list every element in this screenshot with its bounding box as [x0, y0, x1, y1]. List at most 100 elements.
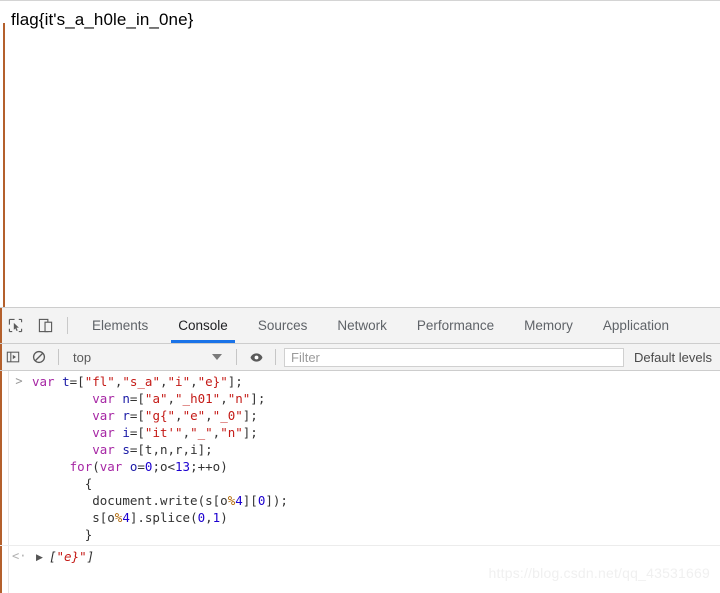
code-token: n [122, 391, 130, 406]
code-token: =[ [129, 391, 145, 406]
code-token: ]; [197, 442, 213, 457]
code-token: , [220, 391, 228, 406]
result-token: ] [86, 549, 95, 564]
console-result-value: ["e}"] [49, 548, 94, 565]
code-token: "e" [182, 408, 206, 423]
console-input-message[interactable]: > var t=["fl","s_a","i","e}"]; var n=["a… [0, 371, 720, 546]
code-token: var [92, 425, 115, 440]
code-token: 0 [197, 510, 206, 525]
browser-window: flag{it's_a_h0le_in_0ne} Elements Consol… [0, 0, 720, 593]
code-token: 4 [122, 510, 130, 525]
code-token: for [69, 459, 93, 474]
console-result-row: ▶ ["e}"] [20, 548, 720, 566]
code-line: var s=[t,n,r,i]; [32, 441, 720, 458]
tab-elements[interactable]: Elements [77, 308, 163, 343]
expand-array-triangle-icon[interactable]: ▶ [36, 548, 49, 566]
code-token: , [175, 408, 183, 423]
tabbar-separator [67, 317, 68, 334]
code-token: , [182, 425, 191, 440]
code-token: = [137, 459, 145, 474]
tab-elements-label: Elements [92, 318, 149, 333]
tab-application-label: Application [602, 318, 669, 333]
code-token: } [84, 527, 93, 542]
tab-console[interactable]: Console [163, 308, 243, 343]
tab-memory[interactable]: Memory [509, 308, 588, 343]
console-toolbar: top Default levels [0, 344, 720, 371]
code-token: , [190, 374, 198, 389]
result-token: "e}" [56, 549, 87, 564]
devtools-tabbar: Elements Console Sources Network Perform… [0, 308, 720, 344]
code-token: var [92, 442, 115, 457]
code-token: , [205, 408, 213, 423]
code-token: "g{" [144, 408, 176, 423]
code-token: ;o< [152, 459, 176, 474]
code-token: t,n,r,i [144, 442, 198, 457]
log-level-selector[interactable]: Default levels [628, 350, 720, 365]
inspect-element-icon [8, 318, 23, 333]
code-token: , [167, 391, 176, 406]
execution-context-selector[interactable]: top [65, 350, 230, 365]
console-sidebar-icon [6, 350, 20, 364]
toolbar-separator-1 [58, 349, 59, 365]
code-line: for(var o=0;o<13;++o) [32, 458, 720, 475]
code-token: 4 [235, 493, 243, 508]
console-result-marker: <· [12, 549, 27, 563]
console-result-message[interactable]: <· ▶ ["e}"] [0, 546, 720, 570]
inspect-element-button[interactable] [0, 308, 30, 343]
tab-sources[interactable]: Sources [243, 308, 323, 343]
page-flag-text: flag{it's_a_h0le_in_0ne} [11, 10, 194, 29]
devtools-panel: Elements Console Sources Network Perform… [0, 307, 720, 593]
code-token: "s_a" [122, 374, 160, 389]
code-token: ][ [242, 493, 258, 508]
code-token: "fl" [84, 374, 115, 389]
console-sidebar-toggle-button[interactable] [0, 344, 26, 370]
code-token: "_0" [212, 408, 243, 423]
console-message-list: > var t=["fl","s_a","i","e}"]; var n=["a… [0, 371, 720, 593]
code-token: i [122, 425, 130, 440]
code-token: , [205, 510, 213, 525]
result-token: [ [49, 549, 57, 564]
tab-network[interactable]: Network [322, 308, 402, 343]
code-token: var [92, 391, 115, 406]
code-token: ]; [242, 408, 258, 423]
code-token: ].splice( [129, 510, 198, 525]
code-line: { [32, 475, 720, 492]
clear-console-button[interactable] [26, 344, 52, 370]
code-token: t [62, 374, 70, 389]
tab-sources-label: Sources [257, 318, 308, 333]
code-token: { [84, 476, 93, 491]
code-token: "_h01" [175, 391, 221, 406]
code-token: ;++o) [190, 459, 228, 474]
code-token: document.write(s[o [92, 493, 228, 508]
code-line: s[o%4].splice(0,1) [32, 509, 720, 526]
tab-application[interactable]: Application [588, 308, 684, 343]
device-toolbar-button[interactable] [30, 308, 60, 343]
code-token: =[ [129, 408, 145, 423]
code-token: var [32, 374, 55, 389]
code-token: s[o [92, 510, 115, 525]
code-token: "a" [144, 391, 168, 406]
tab-performance-label: Performance [416, 318, 495, 333]
code-token: ]; [242, 425, 258, 440]
execution-context-label: top [73, 349, 92, 365]
code-token: ) [220, 510, 228, 525]
tab-memory-label: Memory [524, 318, 573, 333]
chevron-down-icon [212, 354, 222, 360]
code-token: "n" [227, 391, 251, 406]
page-left-rail [3, 23, 5, 307]
tab-performance[interactable]: Performance [402, 308, 509, 343]
toolbar-separator-2 [236, 349, 237, 365]
console-filter-input[interactable] [284, 347, 624, 367]
clear-console-icon [32, 350, 46, 364]
live-expression-button[interactable] [243, 344, 269, 370]
code-token: var [99, 459, 123, 474]
code-token: , [159, 374, 168, 389]
